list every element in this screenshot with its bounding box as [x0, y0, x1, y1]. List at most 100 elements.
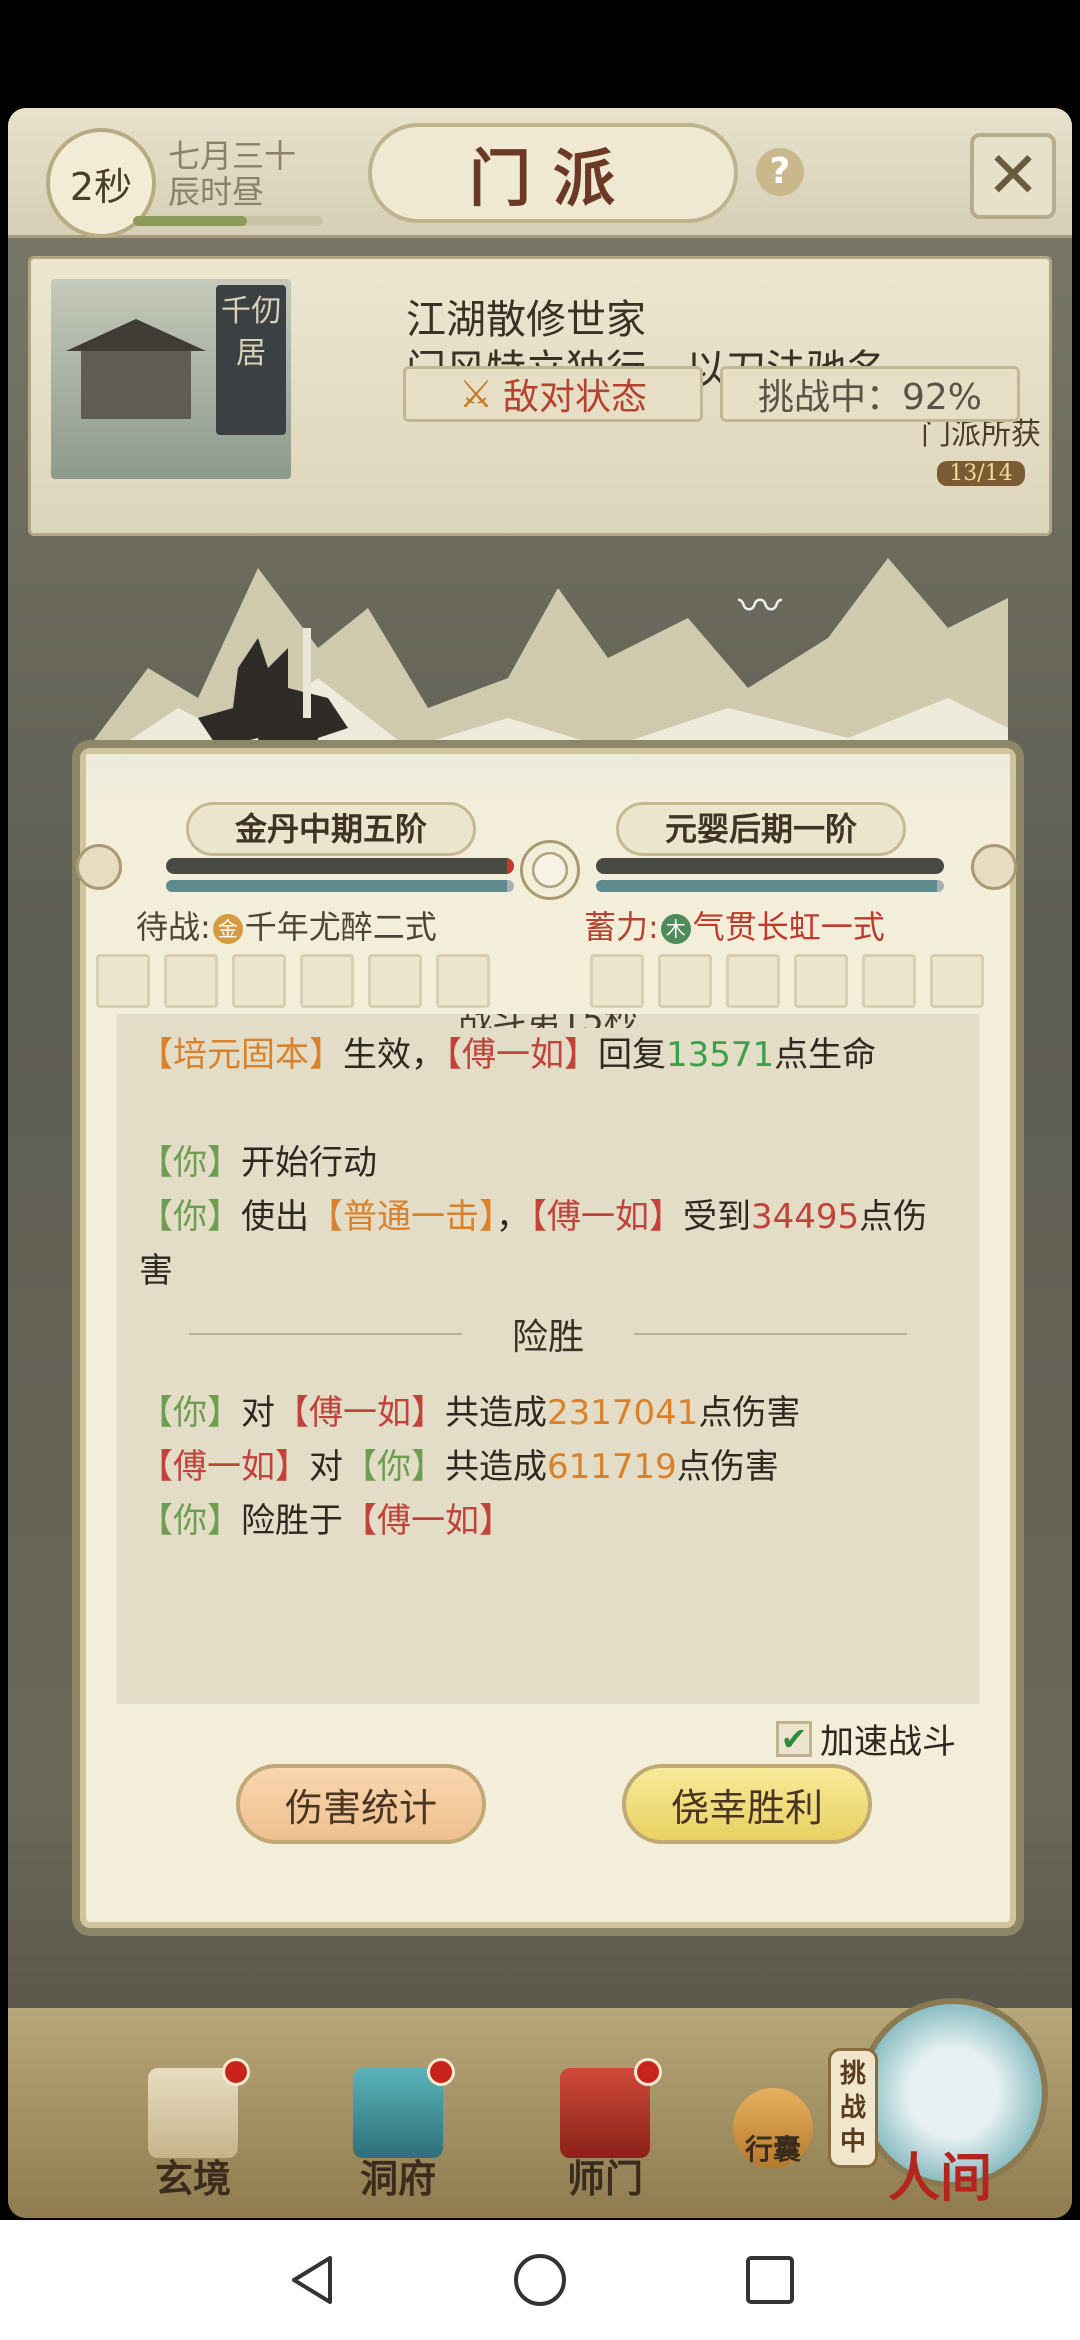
log-text: 共造成	[445, 1447, 547, 1487]
enemy-move: 气贯长虹一式	[692, 908, 885, 946]
skill-slot[interactable]	[794, 954, 848, 1008]
help-icon[interactable]: ?	[756, 148, 804, 196]
close-button[interactable]: ✕	[970, 133, 1056, 219]
enemy-stance: 蓄力: 木气贯长虹一式	[584, 902, 885, 948]
divider-line	[189, 1333, 462, 1335]
skill-slot[interactable]	[862, 954, 916, 1008]
log-line: 【培元固本】生效，【傅一如】回复13571点生命	[139, 1028, 957, 1082]
skill-slot[interactable]	[368, 954, 422, 1008]
log-damage-value: 34495	[751, 1197, 860, 1237]
player-energy-bar	[166, 880, 514, 892]
notification-dot	[634, 2058, 662, 2086]
log-skill-name: 【培元固本】	[139, 1035, 343, 1075]
skill-slot[interactable]	[436, 954, 490, 1008]
log-line: 【你】开始行动	[139, 1136, 957, 1190]
log-text: 对	[309, 1447, 343, 1487]
log-damage-value: 611719	[547, 1447, 677, 1487]
crossed-swords-icon: ⚔	[458, 372, 494, 416]
hostile-status-label: 敌对状态	[503, 377, 648, 418]
skill-slot[interactable]	[930, 954, 984, 1008]
log-damage-value: 2317041	[547, 1393, 699, 1433]
damage-stats-button[interactable]: 伤害统计	[236, 1764, 486, 1844]
log-text: 点伤害	[676, 1447, 779, 1487]
nav-item-xuanjing[interactable]: 玄境	[128, 2058, 258, 2203]
crane-icon: 〰	[738, 581, 782, 632]
home-icon[interactable]	[510, 2250, 570, 2310]
log-enemy-name: 【傅一如】	[530, 1197, 683, 1237]
skill-slot[interactable]	[590, 954, 644, 1008]
metal-element-icon: 金	[212, 914, 243, 944]
player-hp-fill	[507, 858, 514, 874]
sect-vertical-name: 千仞居	[216, 285, 286, 435]
log-player-name: 【你】	[139, 1197, 241, 1237]
divider-line	[634, 1333, 908, 1335]
log-text: 险胜于	[241, 1501, 343, 1541]
player-avatar-icon	[76, 844, 122, 890]
scroll-icon	[148, 2058, 250, 2158]
system-navigation-bar	[0, 2220, 1080, 2340]
result-divider: 险胜	[139, 1304, 957, 1364]
notification-dot	[427, 2058, 455, 2086]
skill-slot[interactable]	[164, 954, 218, 1008]
log-enemy-name: 【傅一如】	[343, 1501, 513, 1541]
enemy-avatar-icon	[971, 844, 1017, 890]
player-stance: 待战: 金千年尤醉二式	[136, 902, 437, 948]
speed-up-toggle[interactable]: ✔ 加速战斗	[776, 1714, 956, 1763]
hostile-status-badge: ⚔ 敌对状态	[403, 366, 703, 422]
enemy-energy-fill	[596, 880, 938, 892]
checkbox-checked-icon[interactable]: ✔	[776, 1720, 812, 1757]
log-enemy-name: 【傅一如】	[445, 1035, 598, 1075]
skill-slot[interactable]	[658, 954, 712, 1008]
log-player-name: 【你】	[139, 1393, 241, 1433]
calendar: 七月三十 辰时昼	[168, 138, 296, 210]
sect-banner-icon	[560, 2058, 662, 2158]
recent-apps-icon[interactable]	[740, 2250, 800, 2310]
log-text: ，	[496, 1197, 530, 1237]
speed-up-label: 加速战斗	[820, 1722, 956, 1762]
calendar-date: 七月三十	[168, 137, 297, 175]
player-move: 千年尤醉二式	[244, 908, 437, 946]
skill-slot[interactable]	[96, 954, 150, 1008]
log-text: 生效，	[343, 1035, 445, 1075]
notification-dot	[222, 2058, 250, 2086]
log-enemy-name: 【傅一如】	[139, 1447, 309, 1487]
log-text: 受到	[683, 1197, 751, 1237]
pavilion-icon	[353, 2058, 455, 2158]
player-stance-label: 待战:	[136, 908, 211, 946]
summary-line: 【你】险胜于【傅一如】	[139, 1494, 957, 1548]
bottom-navigation: 玄境 洞府 师门 行囊 挑战中 人间	[8, 1998, 1072, 2218]
log-player-name: 【你】	[343, 1447, 445, 1487]
narrow-victory-button[interactable]: 侥幸胜利	[622, 1764, 872, 1844]
log-player-name: 【你】	[139, 1143, 241, 1183]
app-window: 2秒 七月三十 辰时昼 门派 ? ✕ 千仞居 江湖散修世家 门风特立独行，以刀法…	[8, 108, 1072, 2218]
enemy-realm: 元婴后期一阶	[616, 802, 906, 856]
page-title: 门派	[468, 142, 637, 215]
player-hp-bar	[166, 858, 514, 874]
back-icon[interactable]	[282, 2250, 342, 2310]
log-text: 回复	[598, 1035, 666, 1075]
nav-item-inventory[interactable]: 行囊	[708, 2088, 838, 2168]
battle-log[interactable]: 战斗第15秒 【培元固本】生效，【傅一如】回复13571点生命 【你】开始行动 …	[117, 1014, 979, 1704]
skill-slot[interactable]	[726, 954, 780, 1008]
battle-log-header: 战斗第15秒	[139, 1014, 957, 1028]
challenge-progress-badge: 挑战中：92%	[720, 366, 1020, 422]
log-line: 【你】使出【普通一击】，【傅一如】受到34495点伤害	[139, 1190, 957, 1298]
screen: 2秒 七月三十 辰时昼 门派 ? ✕ 千仞居 江湖散修世家 门风特立独行，以刀法…	[0, 0, 1080, 2340]
log-enemy-name: 【傅一如】	[275, 1393, 445, 1433]
battle-result: 险胜	[512, 1317, 585, 1358]
enemy-skill-slots	[590, 954, 984, 1008]
challenging-tag: 挑战中	[828, 2048, 878, 2168]
time-progress-fill	[133, 216, 247, 226]
log-text: 点生命	[774, 1035, 877, 1075]
skill-slot[interactable]	[300, 954, 354, 1008]
skill-slot[interactable]	[232, 954, 286, 1008]
taiji-icon	[520, 840, 580, 900]
header: 2秒 七月三十 辰时昼 门派 ? ✕	[8, 108, 1072, 238]
house-image	[66, 319, 206, 419]
nav-item-dongfu[interactable]: 洞府	[333, 2058, 463, 2203]
player-energy-fill	[166, 880, 508, 892]
time-progress-bar	[133, 216, 323, 226]
title-plate: 门派	[368, 123, 738, 223]
close-icon: ✕	[986, 139, 1040, 213]
nav-item-shimen[interactable]: 师门	[540, 2058, 670, 2203]
